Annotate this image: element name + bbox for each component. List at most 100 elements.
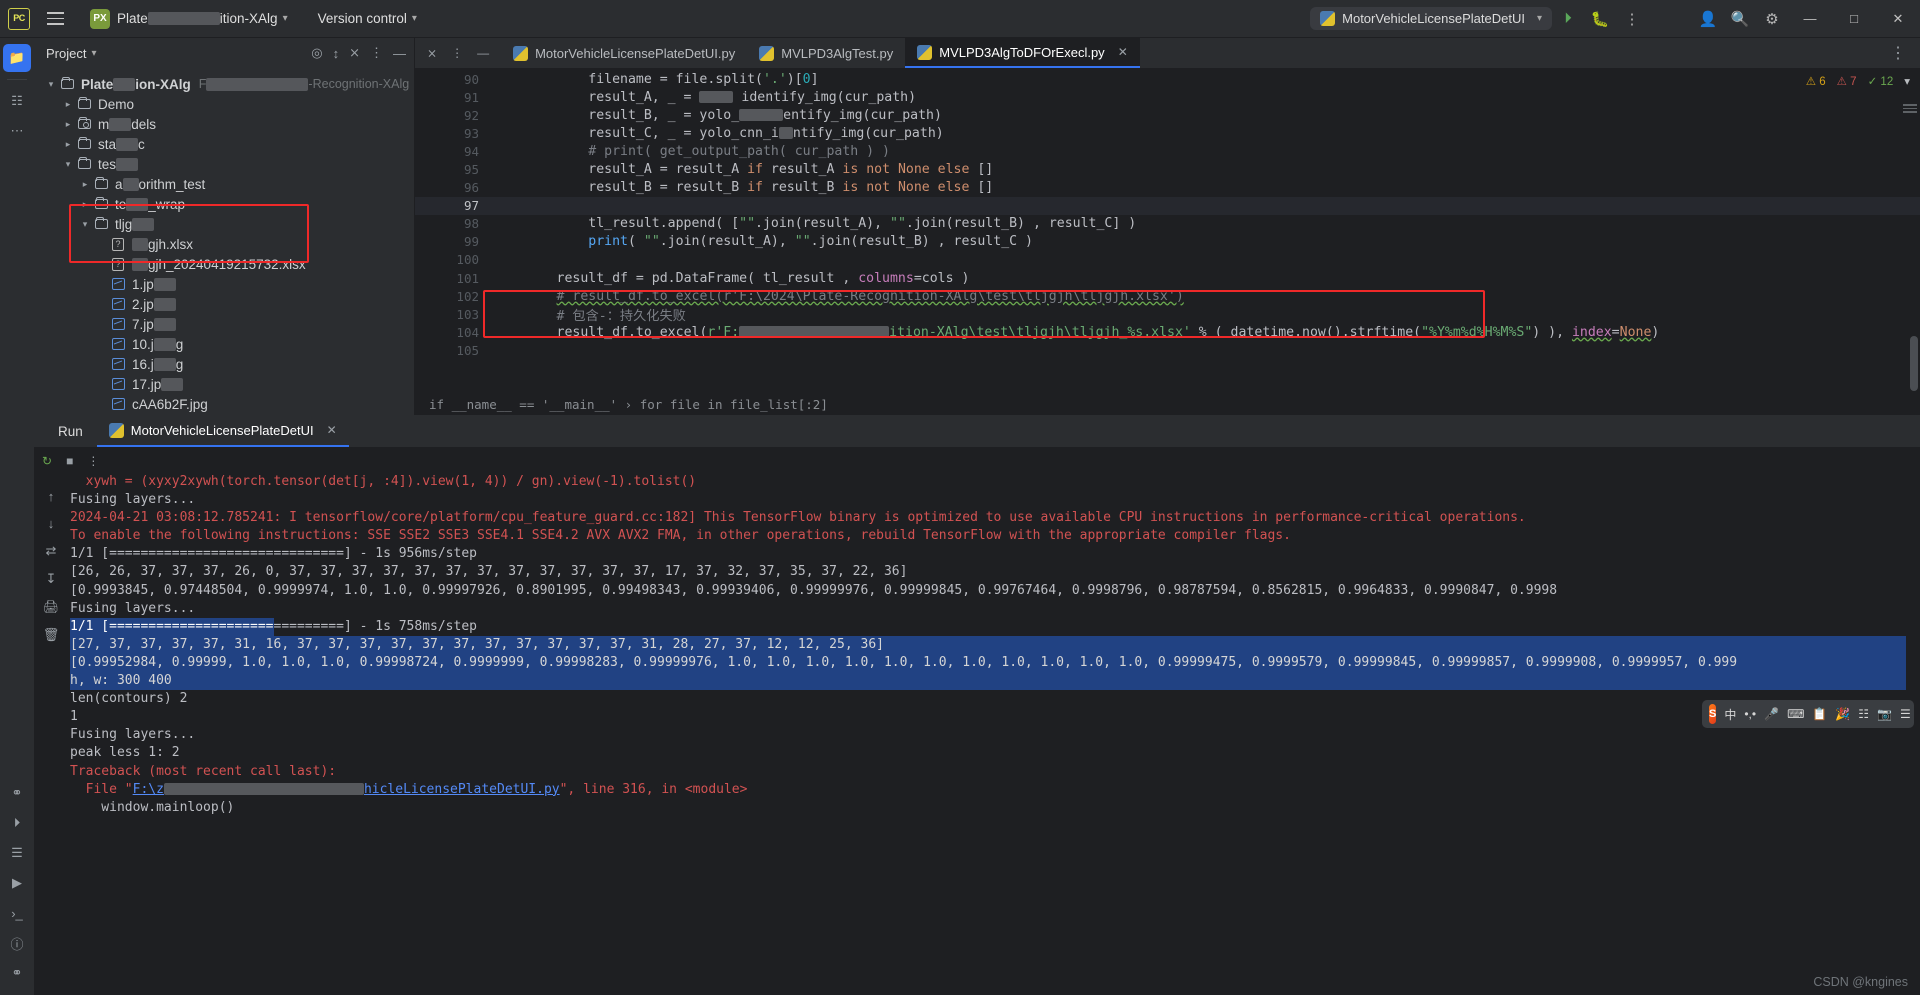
tree-item[interactable]: ▸ sta c — [34, 134, 414, 154]
code-line[interactable]: 105 — [415, 341, 1920, 359]
rail-problems-icon[interactable]: ⓘ — [3, 929, 31, 957]
minimize-icon[interactable]: — — [393, 46, 406, 61]
code-line[interactable]: 102 # result_df.to_excel(r'F:\2024\Plate… — [415, 287, 1920, 305]
code-line[interactable]: 91 result_A, _ = identify_img(cur_path) — [415, 88, 1920, 106]
project-selector[interactable]: PX Plate ition-XAlg ▾ — [82, 5, 296, 33]
locate-icon[interactable]: ◎ — [311, 45, 322, 61]
tree-item[interactable]: ? gjh_20240419215732.xlsx — [34, 254, 414, 274]
tree-item[interactable]: 7.jp — [34, 314, 414, 334]
rail-project-icon[interactable]: 📁 — [3, 44, 31, 72]
clipboard-icon[interactable]: 📋 — [1812, 707, 1827, 721]
project-panel-title[interactable]: Project ▾ — [46, 46, 97, 61]
ime-toolbar[interactable]: S 中 •,• 🎤 ⌨ 📋 🎉 ☷ 📷 ☰ — [1702, 700, 1914, 728]
keyboard-icon[interactable]: ⌨ — [1787, 707, 1804, 721]
close-icon[interactable]: ✕ — [327, 423, 337, 437]
file-link[interactable]: F:\z — [133, 782, 164, 797]
run-more-icon[interactable]: ⋮ — [87, 454, 99, 468]
close-button[interactable]: ✕ — [1876, 0, 1920, 38]
code-line[interactable]: 98 tl_result.append( ["".join(result_A),… — [415, 215, 1920, 233]
expand-collapse-icon[interactable]: ↕ — [333, 46, 340, 61]
tree-item[interactable]: 1.jp — [34, 274, 414, 294]
ime-more-icon[interactable]: ☰ — [1900, 707, 1911, 721]
chevron-right-icon[interactable]: ▸ — [61, 99, 75, 110]
breadcrumb[interactable]: if __name__ == '__main__' › for file in … — [415, 393, 1920, 415]
scroll-to-end-icon[interactable]: ↧ — [46, 571, 57, 587]
chevron-right-icon[interactable]: ▸ — [78, 199, 92, 210]
code-line[interactable]: 95 result_A = result_A if result_A is no… — [415, 160, 1920, 178]
rail-structure-icon[interactable]: ☷ — [3, 87, 31, 115]
chevron-down-icon[interactable]: ▾ — [61, 159, 75, 170]
tree-item[interactable]: ▸ Demo — [34, 94, 414, 114]
tree-item[interactable]: ▸ a orithm_test — [34, 174, 414, 194]
code-line[interactable]: 93 result_C, _ = yolo_cnn_i ntify_img(cur… — [415, 124, 1920, 142]
tree-item[interactable]: ? gjh.xlsx — [34, 234, 414, 254]
version-control-menu[interactable]: Version control ▾ — [318, 11, 417, 26]
tree-item[interactable]: 17.jp — [34, 374, 414, 394]
rail-python-console-icon[interactable]: ⚭ — [3, 779, 31, 807]
code-line[interactable]: 101 result_df = pd.DataFrame( tl_result … — [415, 269, 1920, 287]
editor-tab-1[interactable]: MVLPD3AlgTest.py — [747, 38, 905, 68]
editor-tabs-options[interactable]: ⋮ — [1890, 38, 1920, 68]
tree-item[interactable]: ▸ m dels — [34, 114, 414, 134]
code-line[interactable]: 100 — [415, 251, 1920, 269]
account-icon[interactable]: 👤 — [1692, 3, 1724, 35]
grid-icon[interactable]: ☷ — [1858, 707, 1869, 721]
chevron-right-icon[interactable]: ▸ — [61, 139, 75, 150]
code-line[interactable]: 96 result_B = result_B if result_B is no… — [415, 179, 1920, 197]
chevron-right-icon[interactable]: ▸ — [78, 179, 92, 190]
rail-git-icon[interactable]: ⚭ — [3, 959, 31, 987]
minimize-button[interactable]: — — [1788, 0, 1832, 38]
code-line[interactable]: 99 print( "".join(result_A), "".join(res… — [415, 233, 1920, 251]
chevron-down-icon[interactable]: ▾ — [1904, 74, 1910, 88]
rail-debug-icon[interactable]: ▶ — [3, 869, 31, 897]
hide-icon[interactable]: ⨯ — [349, 45, 360, 61]
editor-minimize-icon[interactable]: — — [477, 46, 489, 60]
tree-item[interactable]: 2.jp — [34, 294, 414, 314]
editor-scrollbar[interactable] — [1910, 336, 1918, 391]
gear-icon[interactable]: ⚙ — [1756, 3, 1788, 35]
tree-item[interactable]: 10.j g — [34, 334, 414, 354]
more-options-button[interactable]: ⋮ — [1616, 3, 1648, 35]
code-editor[interactable]: ⚠ 6 ⚠ 7 ✓ 12 ▾ 90 filename = file.split(… — [415, 68, 1920, 415]
code-line[interactable]: 90 filename = file.split('.')[0] — [415, 70, 1920, 88]
run-session-tab[interactable]: MotorVehicleLicensePlateDetUI ✕ — [96, 415, 349, 447]
soft-wrap-icon[interactable]: ⇄ — [46, 543, 57, 559]
tree-item[interactable]: ▾ tljg — [34, 214, 414, 234]
run-button[interactable]: ⏵ — [1552, 3, 1584, 35]
chevron-down-icon[interactable]: ▾ — [78, 219, 92, 230]
stop-icon[interactable]: ■ — [66, 454, 73, 468]
ime-punct-icon[interactable]: •,• — [1744, 707, 1756, 721]
code-line[interactable]: 92 result_B, _ = yolo_ entify_img(cur_pat… — [415, 106, 1920, 124]
editor-tab-2[interactable]: MVLPD3AlgToDFOrExecl.py ✕ — [905, 38, 1140, 68]
inspection-widget[interactable]: ⚠ 6 ⚠ 7 ✓ 12 ▾ — [1806, 74, 1910, 88]
ime-language-label[interactable]: 中 — [1724, 706, 1736, 723]
code-line[interactable]: 104 result_df.to_excel(r'F: ition-XAlg\te… — [415, 323, 1920, 341]
debug-button[interactable]: 🐛 — [1584, 3, 1616, 35]
options-icon[interactable]: ⋮ — [370, 45, 383, 61]
screenshot-icon[interactable]: 📷 — [1877, 707, 1892, 721]
maximize-button[interactable]: □ — [1832, 0, 1876, 38]
tree-item[interactable]: ▾ tes — [34, 154, 414, 174]
rail-more-icon[interactable]: ⋯ — [3, 117, 31, 145]
print-icon[interactable]: 🖨 — [43, 599, 60, 615]
chevron-down-icon[interactable]: ▾ — [44, 79, 58, 90]
editor-tab-0[interactable]: MotorVehicleLicensePlateDetUI.py — [501, 38, 747, 68]
code-line[interactable]: 97 — [415, 196, 1920, 215]
scroll-down-icon[interactable]: ↓ — [48, 516, 55, 531]
search-icon[interactable]: 🔍 — [1724, 3, 1756, 35]
tree-item[interactable]: 16.j g — [34, 354, 414, 374]
emoji-icon[interactable]: 🎉 — [1835, 707, 1850, 721]
close-icon[interactable]: ✕ — [1118, 45, 1128, 59]
chevron-right-icon[interactable]: ▸ — [61, 119, 75, 130]
scroll-up-icon[interactable]: ↑ — [48, 489, 55, 504]
rail-terminal-icon[interactable]: ›_ — [3, 899, 31, 927]
editor-collapse-icon[interactable]: ⨯ — [427, 46, 437, 60]
code-line[interactable]: 103 # 包含-：持久化失败 — [415, 305, 1920, 324]
tree-item[interactable]: ▾ Plate ion-XAlg F -Recognition-XAlg — [34, 74, 414, 94]
clear-all-icon[interactable]: 🗑 — [43, 627, 60, 643]
tree-item[interactable]: ▸ te _wrap — [34, 194, 414, 214]
rerun-icon[interactable]: ↻ — [42, 454, 52, 468]
rail-run-icon[interactable]: ⏵ — [3, 809, 31, 837]
code-line[interactable]: 94 # print( get_output_path( cur_path ) … — [415, 142, 1920, 160]
rail-services-icon[interactable]: ☰ — [3, 839, 31, 867]
